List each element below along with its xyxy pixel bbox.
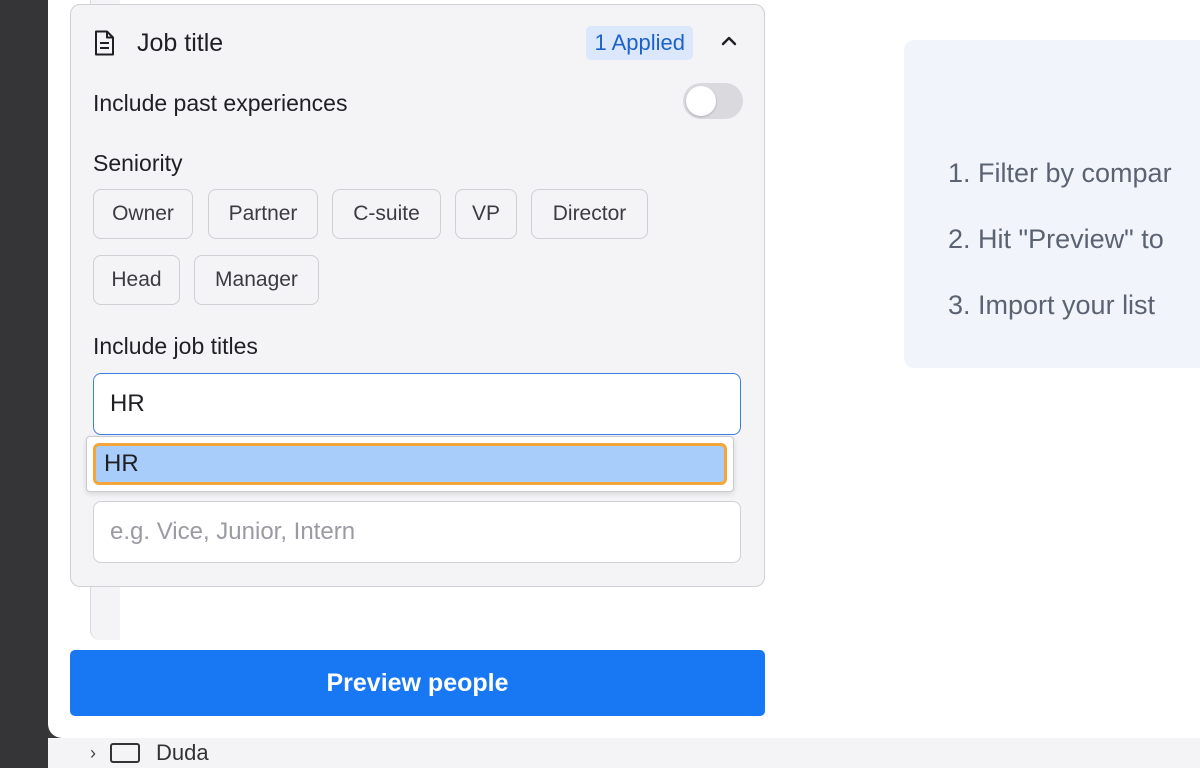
include-job-titles-input[interactable] <box>93 373 741 435</box>
instruction-step-3: 3. Import your list <box>948 290 1156 320</box>
toggle-knob <box>686 86 716 116</box>
chevron-right-icon: › <box>90 742 96 763</box>
seniority-chip-director[interactable]: Director <box>531 189 648 239</box>
chevron-up-icon[interactable] <box>717 29 741 53</box>
instructions-card: 1. Filter by compar 2. Hit "Preview" to … <box>904 40 1200 368</box>
job-title-filter-panel: Job title 1 Applied Include past experie… <box>70 4 765 587</box>
seniority-chip-c-suite[interactable]: C-suite <box>332 189 441 239</box>
include-job-titles-label: Include job titles <box>93 333 258 359</box>
folder-label: Duda <box>156 740 209 765</box>
filter-header[interactable]: Job title 1 Applied <box>93 25 743 61</box>
seniority-label: Seniority <box>93 150 183 176</box>
filter-title: Job title <box>137 28 224 57</box>
applied-badge: 1 Applied <box>586 26 693 60</box>
seniority-chip-manager[interactable]: Manager <box>194 255 319 305</box>
preview-people-button[interactable]: Preview people <box>70 650 765 716</box>
seniority-chip-owner[interactable]: Owner <box>93 189 193 239</box>
instruction-step-2: 2. Hit "Preview" to <box>948 224 1164 254</box>
past-experiences-toggle[interactable] <box>683 83 743 119</box>
past-experiences-label: Include past experiences <box>93 89 348 116</box>
exclude-job-titles-input[interactable] <box>93 501 741 563</box>
seniority-chip-vp[interactable]: VP <box>455 189 517 239</box>
backdrop <box>0 0 48 768</box>
instruction-step-1: 1. Filter by compar <box>948 158 1172 188</box>
document-icon <box>95 30 114 56</box>
seniority-chip-partner[interactable]: Partner <box>208 189 318 239</box>
behind-folder-item[interactable]: › Duda <box>48 738 1200 768</box>
past-experiences-row: Include past experiences <box>93 83 743 123</box>
folder-icon <box>110 743 140 763</box>
job-title-suggestions: HR <box>86 436 734 492</box>
suggestion-option[interactable]: HR <box>93 443 727 485</box>
seniority-chip-head[interactable]: Head <box>93 255 180 305</box>
